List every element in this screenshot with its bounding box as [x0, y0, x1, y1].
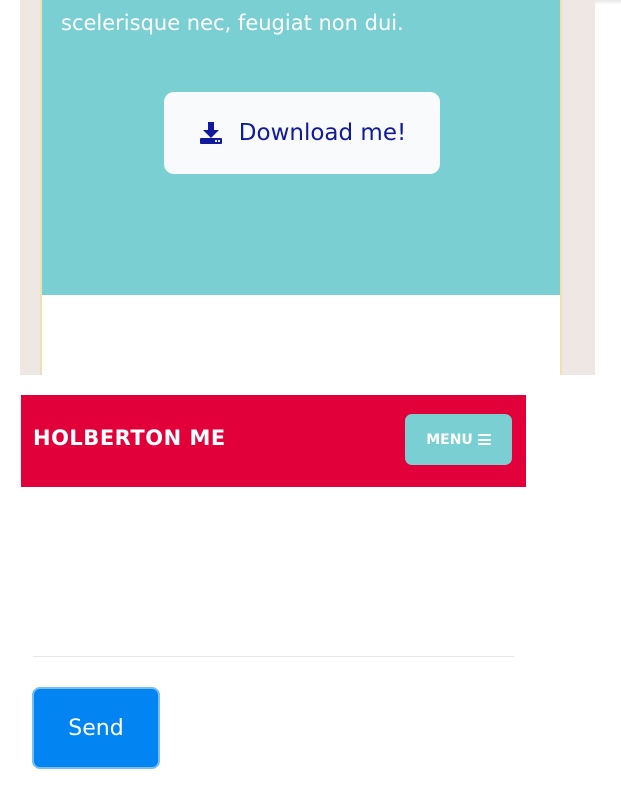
download-hero-section: scelerisque nec, feugiat non dui. Downlo… — [42, 0, 560, 295]
hamburger-line-top — [477, 434, 491, 436]
brand-logo-text[interactable]: HOLBERTON ME — [33, 426, 226, 450]
download-icon — [199, 122, 222, 144]
hamburger-line-middle — [477, 438, 491, 441]
hamburger-menu-icon — [477, 434, 491, 445]
download-button[interactable]: Download me! — [164, 92, 440, 174]
hamburger-line-bottom — [477, 443, 491, 445]
hero-text: scelerisque nec, feugiat non dui. — [61, 11, 404, 35]
menu-button-label: MENU — [426, 431, 473, 448]
send-button[interactable]: Send — [32, 687, 160, 769]
menu-button[interactable]: MENU — [405, 414, 512, 465]
download-button-label: Download me! — [238, 120, 407, 146]
form-divider — [33, 656, 514, 657]
site-navbar: HOLBERTON ME MENU — [21, 395, 526, 487]
top-right-shadow — [595, 0, 621, 5]
